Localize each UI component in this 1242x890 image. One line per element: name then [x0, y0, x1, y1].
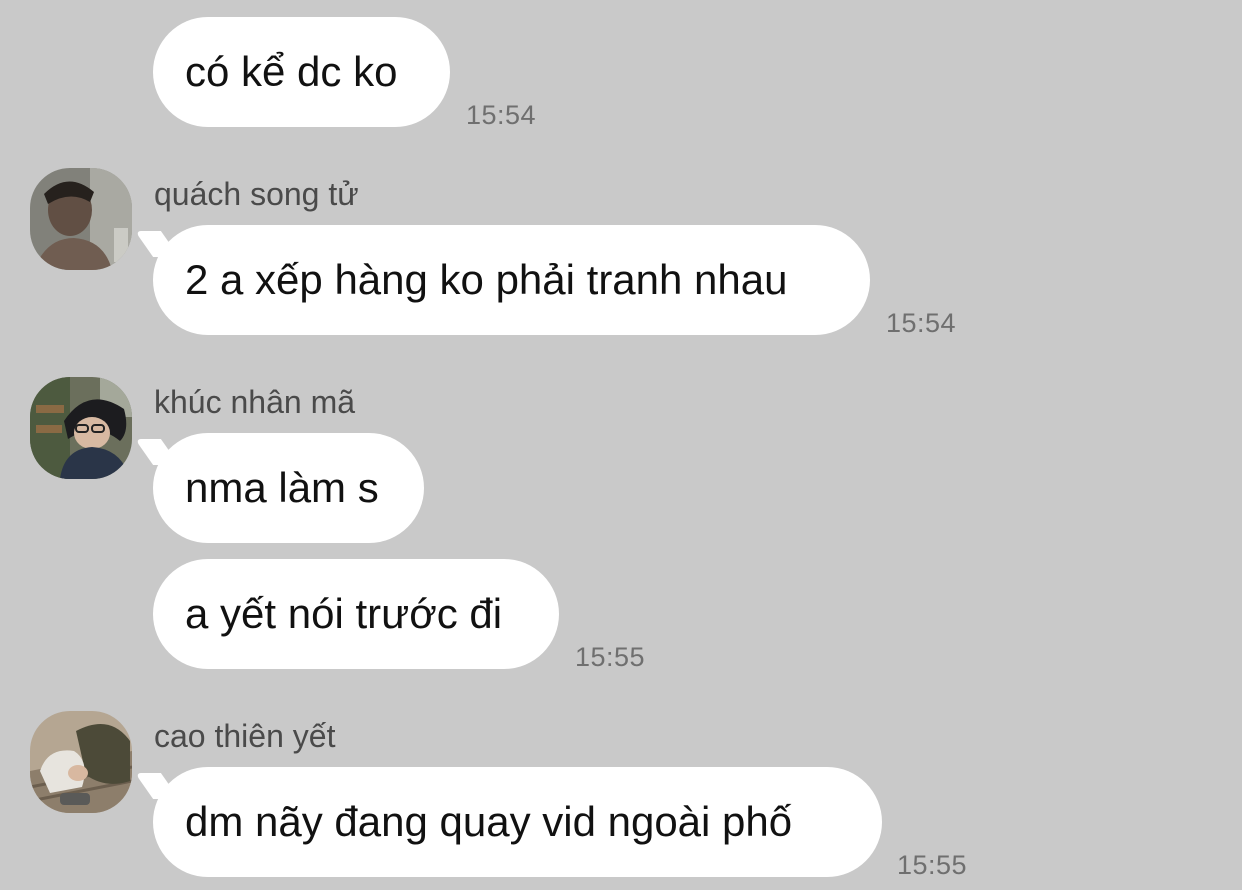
- message-text: 2 a xếp hàng ko phải tranh nhau: [185, 256, 788, 303]
- message-timestamp: 15:55: [897, 850, 968, 880]
- sender-name: khúc nhân mã: [154, 384, 356, 420]
- message-bubble[interactable]: nma làm s: [153, 433, 424, 543]
- avatar[interactable]: [30, 168, 132, 270]
- user-avatar-photo-icon: [30, 711, 132, 813]
- message-bubble[interactable]: a yết nói trước đi: [153, 559, 559, 669]
- sender-name: quách song tử: [154, 176, 359, 212]
- message-timestamp: 15:54: [886, 308, 957, 338]
- avatar[interactable]: [30, 377, 132, 479]
- message-text: nma làm s: [185, 464, 379, 511]
- message-text: có kể dc ko: [185, 48, 398, 95]
- message-bubble[interactable]: 2 a xếp hàng ko phải tranh nhau: [153, 225, 870, 335]
- user-avatar-photo-icon: [30, 377, 132, 479]
- avatar[interactable]: [30, 711, 132, 813]
- message-bubble[interactable]: dm nãy đang quay vid ngoài phố: [153, 767, 882, 877]
- message-bubble[interactable]: có kể dc ko: [153, 17, 450, 127]
- message-text: a yết nói trước đi: [185, 590, 503, 637]
- sender-name: cao thiên yết: [154, 718, 336, 754]
- message-timestamp: 15:55: [575, 642, 646, 672]
- user-avatar-photo-icon: [30, 168, 132, 270]
- message-timestamp: 15:54: [466, 100, 537, 130]
- message-text: dm nãy đang quay vid ngoài phố: [185, 798, 793, 845]
- chat-message-list[interactable]: có kể dc ko 15:54 quách song tử 2 a xếp …: [0, 0, 1242, 890]
